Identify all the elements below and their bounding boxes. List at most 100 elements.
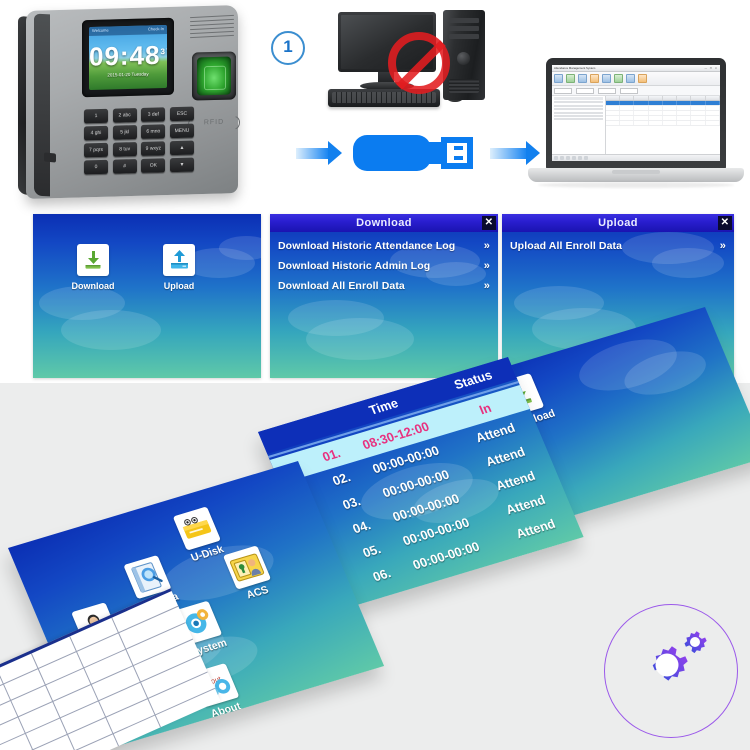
- menu-item-download-label: Download: [71, 281, 115, 291]
- key-esc[interactable]: ESC: [169, 106, 194, 122]
- chevron-right-icon: »: [483, 260, 490, 272]
- device-screen: Welcome Check-In 09:4837 2015-01-20 Tues…: [89, 24, 167, 91]
- device-usb-port: [44, 152, 56, 163]
- key-1[interactable]: 1: [84, 108, 108, 124]
- menu-item-download-attendance-log[interactable]: Download Historic Attendance Log »: [270, 236, 498, 256]
- software-sidebar[interactable]: [552, 96, 606, 158]
- toolbar-icon[interactable]: [578, 74, 587, 83]
- grid-row[interactable]: [605, 121, 720, 126]
- keypad-row: 1 2 abc 3 def ESC: [84, 106, 194, 124]
- upload-panel-title: Upload: [598, 217, 638, 229]
- upload-menu-list: Upload All Enroll Data »: [502, 236, 734, 256]
- close-icon[interactable]: ✕: [482, 216, 496, 230]
- menu-item-label: Download All Enroll Data: [278, 280, 405, 292]
- upload-panel-titlebar: Upload ✕: [502, 214, 734, 232]
- device-date: 2015-01-20 Tuesday: [107, 71, 149, 78]
- menu-item-upload[interactable]: Upload: [153, 244, 205, 291]
- clock-hours: 09: [89, 40, 120, 72]
- key-4[interactable]: 4 ghi: [84, 125, 108, 141]
- key-hash[interactable]: #: [112, 159, 137, 174]
- pc-tower-icon: [443, 10, 485, 100]
- prohibition-no-pc-icon: [388, 32, 450, 94]
- desktop-pc-illustration: [300, 6, 500, 116]
- device-status-left: Welcome: [92, 27, 109, 33]
- fingerprint-sensor-bezel: [192, 51, 236, 101]
- software-main-area: [552, 96, 720, 158]
- fingerprint-scanner-icon[interactable]: [197, 56, 231, 96]
- udisk-icon[interactable]: [172, 506, 221, 551]
- toolbar-icon[interactable]: [614, 74, 623, 83]
- software-statusbar: [552, 154, 720, 161]
- device-left-edge: [34, 13, 50, 197]
- download-panel-title: Download: [356, 217, 412, 229]
- software-title: Attendance Management System: [554, 66, 596, 70]
- menu-item-download[interactable]: Download: [67, 244, 119, 291]
- menu-item-label: Upload All Enroll Data: [510, 240, 623, 252]
- laptop-shadow: [538, 182, 734, 188]
- software-data-grid[interactable]: [605, 96, 720, 158]
- download-panel-titlebar: Download ✕: [270, 214, 498, 232]
- key-menu[interactable]: MENU: [169, 123, 194, 139]
- menu-item-download-admin-log[interactable]: Download Historic Admin Log »: [270, 256, 498, 276]
- chevron-right-icon: »: [483, 240, 490, 252]
- key-3[interactable]: 3 def: [141, 107, 166, 122]
- attendance-software-window: Attendance Management System — ☐ ✕: [552, 65, 720, 161]
- device-keypad[interactable]: 1 2 abc 3 def ESC 4 ghi 5 jkl 6 mno MENU…: [84, 106, 194, 182]
- arrow-right-icon: [296, 141, 342, 165]
- clock-seconds: 37: [160, 46, 167, 57]
- upload-icon[interactable]: [163, 244, 195, 276]
- key-up-arrow[interactable]: ▲: [169, 140, 194, 156]
- device-clock: 09:4837: [89, 39, 167, 72]
- rfid-reader-icon: RFID: [190, 114, 238, 132]
- menu-item-download-all-enroll-data[interactable]: Download All Enroll Data »: [270, 276, 498, 296]
- laptop-illustration: Attendance Management System — ☐ ✕: [528, 58, 744, 204]
- toolbar-icon[interactable]: [626, 74, 635, 83]
- keypad-row: 4 ghi 5 jkl 6 mno MENU: [84, 123, 194, 141]
- key-down-arrow[interactable]: ▼: [169, 157, 194, 173]
- fingerprint-terminal: Welcome Check-In 09:4837 2015-01-20 Tues…: [18, 5, 248, 203]
- laptop-screen: Attendance Management System — ☐ ✕: [552, 65, 720, 161]
- toolbar-icon[interactable]: [554, 74, 563, 83]
- menu-item-upload-label: Upload: [163, 281, 195, 291]
- key-0[interactable]: 0: [84, 159, 108, 175]
- device-screen-bezel: Welcome Check-In 09:4837 2015-01-20 Tues…: [82, 17, 174, 98]
- menu-item-label: Download Historic Attendance Log: [278, 240, 456, 252]
- toolbar-icon[interactable]: [638, 74, 647, 83]
- software-titlebar: Attendance Management System — ☐ ✕: [552, 65, 720, 72]
- lcd-panel-download: Download ✕ Download Historic Attendance …: [270, 214, 498, 378]
- download-icon[interactable]: [77, 244, 109, 276]
- menu-item-upload-all-enroll-data[interactable]: Upload All Enroll Data »: [502, 236, 734, 256]
- key-7[interactable]: 7 pqrs: [84, 142, 108, 158]
- key-6[interactable]: 6 mno: [141, 124, 166, 139]
- menu-item-label: Download Historic Admin Log: [278, 260, 431, 272]
- filter-field[interactable]: [576, 87, 594, 94]
- settings-gears-icon: [652, 631, 707, 681]
- window-controls[interactable]: — ☐ ✕: [704, 67, 718, 70]
- menu-icon-row: Download Upload: [33, 244, 261, 291]
- speaker-grill-icon: [190, 12, 234, 39]
- filter-field[interactable]: [598, 87, 616, 94]
- chevron-right-icon: »: [483, 280, 490, 292]
- key-9[interactable]: 9 wxyz: [141, 141, 166, 156]
- toolbar-icon[interactable]: [590, 74, 599, 83]
- device-status-right: Check-In: [147, 26, 164, 32]
- download-menu-list: Download Historic Attendance Log » Downl…: [270, 236, 498, 296]
- toolbar-icon[interactable]: [566, 74, 575, 83]
- keypad-row: 0 # OK ▼: [84, 157, 194, 175]
- clock-separator: :: [119, 40, 130, 71]
- screenshot-root: Welcome Check-In 09:4837 2015-01-20 Tues…: [0, 0, 750, 750]
- software-filter-bar[interactable]: [552, 86, 720, 96]
- key-5[interactable]: 5 jkl: [112, 125, 137, 140]
- key-8[interactable]: 8 tuv: [112, 142, 137, 157]
- keypad-row: 7 pqrs 8 tuv 9 wxyz ▲: [84, 140, 194, 158]
- lcd-panel-main-menu: Download Upload: [33, 214, 261, 378]
- filter-field[interactable]: [554, 87, 572, 94]
- laptop-base: [528, 168, 744, 182]
- software-toolbar[interactable]: [552, 72, 720, 86]
- close-icon[interactable]: ✕: [718, 216, 732, 230]
- key-2[interactable]: 2 abc: [112, 108, 137, 123]
- toolbar-icon[interactable]: [602, 74, 611, 83]
- clock-minutes: 48: [129, 39, 161, 71]
- filter-field[interactable]: [620, 87, 638, 94]
- key-ok[interactable]: OK: [141, 158, 166, 173]
